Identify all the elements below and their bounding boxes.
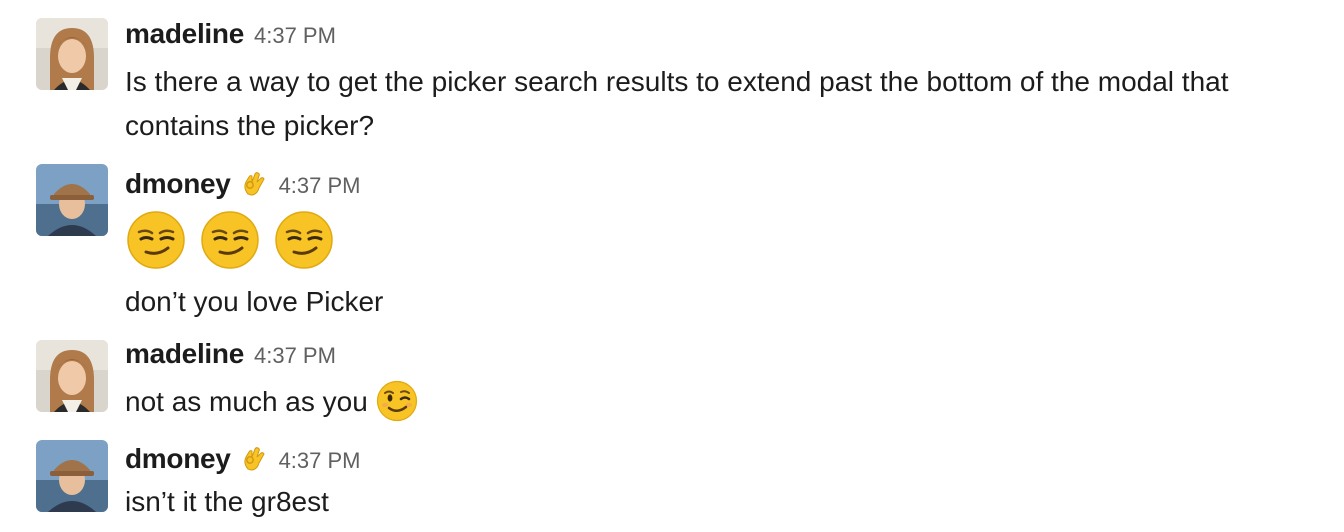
message-text: don’t you love Picker — [125, 286, 384, 317]
ok-hand-icon — [239, 168, 269, 198]
timestamp[interactable]: 4:37 PM — [254, 23, 336, 49]
wink-face-icon[interactable] — [376, 380, 418, 422]
smirk-face-icon[interactable] — [274, 210, 334, 270]
message-text: not as much as you — [125, 380, 418, 425]
dmoney-avatar[interactable] — [36, 164, 108, 236]
smirk-face-icon[interactable] — [126, 210, 186, 270]
message-header: dmoney 4:37 PM — [125, 163, 361, 203]
emoji-only-message — [126, 210, 334, 270]
username[interactable]: madeline — [125, 18, 244, 50]
message-header: madeline 4:37 PM — [125, 338, 336, 378]
username[interactable]: madeline — [125, 338, 244, 370]
message-header: dmoney 4:37 PM — [125, 438, 361, 478]
message-line: Is there a way to get the picker search … — [125, 66, 1229, 97]
message-text: Is there a way to get the picker search … — [125, 60, 1229, 148]
ok-hand-icon — [239, 443, 269, 473]
username[interactable]: dmoney — [125, 443, 231, 475]
madeline-avatar[interactable] — [36, 340, 108, 412]
timestamp[interactable]: 4:37 PM — [254, 343, 336, 369]
message-line: contains the picker? — [125, 110, 375, 141]
madeline-avatar[interactable] — [36, 18, 108, 90]
smirk-face-icon[interactable] — [200, 210, 260, 270]
message-body: not as much as you — [125, 386, 368, 417]
timestamp[interactable]: 4:37 PM — [279, 173, 361, 199]
message-text: isn’t it the gr8est — [125, 486, 329, 517]
dmoney-avatar[interactable] — [36, 440, 108, 512]
message-list: madeline 4:37 PM Is there a way to get t… — [0, 0, 1344, 532]
message-header: madeline 4:37 PM — [125, 18, 336, 58]
timestamp[interactable]: 4:37 PM — [279, 448, 361, 474]
username[interactable]: dmoney — [125, 168, 231, 200]
